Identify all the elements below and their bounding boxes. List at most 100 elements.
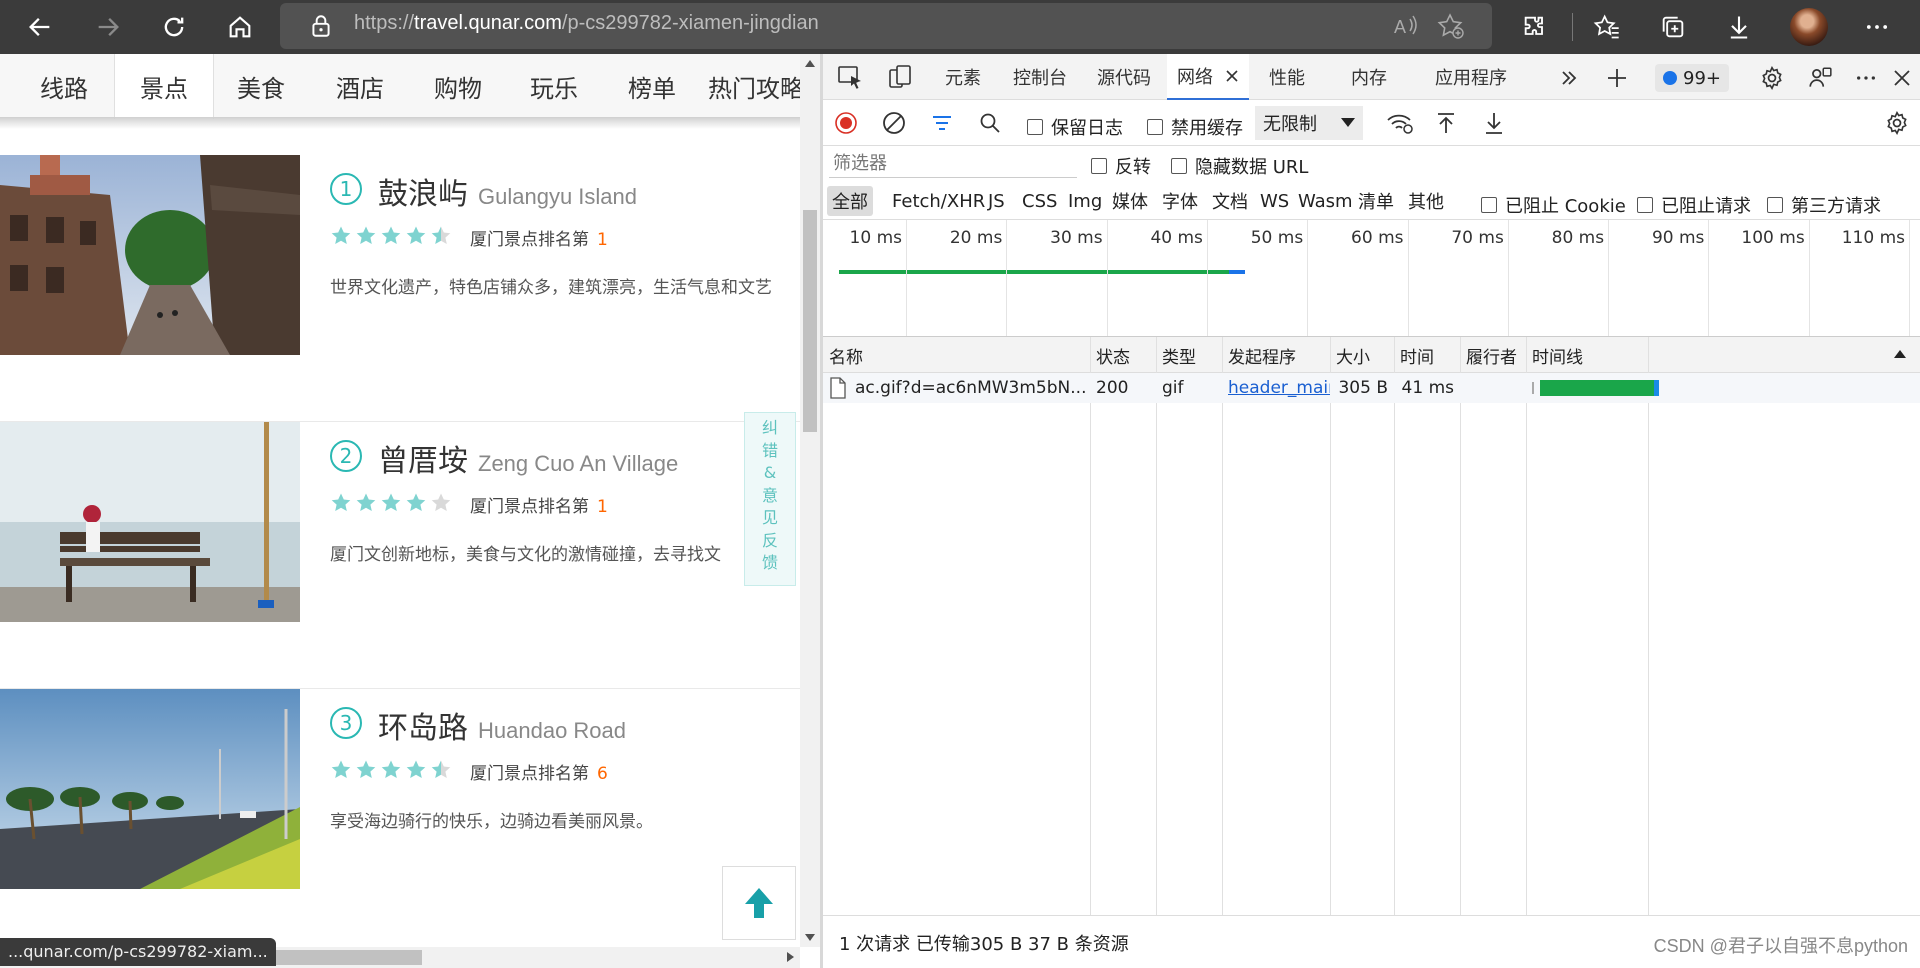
tab-elements[interactable]: 元素 [945, 54, 981, 100]
column-fulfilled-by[interactable]: 履行者 [1460, 337, 1526, 373]
request-initiator[interactable]: header_main... [1222, 373, 1330, 403]
import-har-button[interactable] [1433, 110, 1459, 136]
refresh-button[interactable] [154, 7, 194, 47]
export-har-button[interactable] [1481, 110, 1507, 136]
tab-routes[interactable]: 线路 [0, 54, 128, 118]
type-media[interactable]: 媒体 [1107, 186, 1153, 216]
table-row[interactable]: ac.gif?d=ac6nMW3m5bN... 200 gif header_m… [823, 373, 1920, 403]
tab-attractions[interactable]: 景点 [114, 54, 214, 119]
close-devtools-button[interactable] [1887, 63, 1917, 93]
filter-input[interactable]: 筛选器 [829, 150, 1077, 178]
scrollbar-thumb[interactable] [803, 210, 817, 432]
inspect-element-button[interactable] [835, 62, 865, 92]
hide-data-urls-checkbox[interactable]: 隐藏数据 URL [1171, 153, 1308, 179]
network-overview-timeline[interactable]: 10 ms 20 ms 30 ms 40 ms 50 ms 60 ms 70 ms 80 ms… [823, 220, 1920, 337]
vertical-scrollbar[interactable] [800, 54, 820, 947]
tab-application[interactable]: 应用程序 [1435, 54, 1507, 100]
settings-button[interactable] [1757, 63, 1787, 93]
more-tabs-button[interactable] [1555, 64, 1583, 92]
type-doc[interactable]: 文档 [1207, 186, 1253, 216]
checkbox-box[interactable] [1091, 158, 1107, 174]
filter-toggle-button[interactable] [929, 110, 955, 136]
back-button[interactable] [20, 7, 60, 47]
tab-sources[interactable]: 源代码 [1097, 54, 1151, 100]
tab-fun[interactable]: 玩乐 [506, 54, 602, 118]
type-js[interactable]: JS [983, 186, 1010, 216]
type-other[interactable]: 其他 [1403, 186, 1449, 216]
checkbox-box[interactable] [1481, 197, 1497, 213]
extensions-button[interactable] [1518, 10, 1552, 44]
checkbox-box[interactable] [1027, 119, 1043, 135]
column-type[interactable]: 类型 [1156, 337, 1222, 373]
favorites-button[interactable] [1590, 10, 1624, 44]
profile-avatar[interactable] [1790, 8, 1828, 46]
close-icon[interactable] [1225, 69, 1239, 83]
attraction-photo[interactable] [0, 689, 300, 889]
search-button[interactable] [977, 110, 1003, 136]
attraction-name[interactable]: 环岛路 Huandao Road [378, 703, 626, 747]
issues-badge[interactable]: 99+ [1655, 64, 1729, 92]
home-button[interactable] [220, 7, 260, 47]
device-emulation-button[interactable] [885, 62, 915, 92]
address-bar[interactable]: https://travel.qunar.com/p-cs299782-xiam… [280, 3, 1492, 49]
checkbox-box[interactable] [1147, 119, 1163, 135]
tab-hotels[interactable]: 酒店 [312, 54, 408, 118]
tab-memory[interactable]: 内存 [1351, 54, 1387, 100]
customize-menu-button[interactable] [1851, 63, 1881, 93]
tab-network[interactable]: 网络 [1167, 54, 1249, 100]
connect-device-button[interactable] [1805, 63, 1835, 93]
request-name-cell[interactable]: ac.gif?d=ac6nMW3m5bN... [823, 373, 1090, 403]
tab-rankings[interactable]: 榜单 [604, 54, 700, 118]
type-fetch-xhr[interactable]: Fetch/XHR [887, 186, 990, 216]
type-css[interactable]: CSS [1017, 186, 1062, 216]
type-all[interactable]: 全部 [827, 186, 873, 216]
column-waterfall[interactable]: 时间线 [1526, 337, 1920, 373]
column-initiator[interactable]: 发起程序 [1222, 337, 1330, 373]
column-time[interactable]: 时间 [1394, 337, 1460, 373]
third-party-checkbox[interactable]: 第三方请求 [1767, 192, 1881, 218]
column-status[interactable]: 状态 [1090, 337, 1156, 373]
column-size[interactable]: 大小 [1330, 337, 1394, 373]
request-waterfall[interactable] [1526, 373, 1920, 403]
more-menu-button[interactable] [1860, 10, 1894, 44]
initiator-link[interactable]: header_main... [1228, 378, 1330, 398]
record-button[interactable] [833, 110, 859, 136]
attraction-name[interactable]: 曾厝垵 Zeng Cuo An Village [378, 436, 678, 480]
preserve-log-checkbox[interactable]: 保留日志 [1027, 114, 1123, 140]
attraction-photo[interactable] [0, 422, 300, 622]
forward-button[interactable] [88, 7, 128, 47]
type-font[interactable]: 字体 [1157, 186, 1203, 216]
attraction-name[interactable]: 鼓浪屿 Gulangyu Island [378, 169, 637, 213]
tab-food[interactable]: 美食 [214, 54, 308, 118]
collections-button[interactable] [1656, 10, 1690, 44]
tab-shopping[interactable]: 购物 [410, 54, 506, 118]
type-manifest[interactable]: 清单 [1353, 186, 1399, 216]
attraction-photo[interactable] [0, 155, 300, 355]
scroll-right-arrow[interactable] [787, 952, 794, 962]
back-to-top-button[interactable] [722, 866, 796, 940]
lock-icon[interactable] [308, 13, 334, 39]
feedback-button[interactable]: 纠 错 & 意 见 反 馈 [744, 412, 796, 586]
network-settings-button[interactable] [1883, 109, 1911, 137]
tab-performance[interactable]: 性能 [1269, 54, 1305, 100]
disable-cache-checkbox[interactable]: 禁用缓存 [1147, 114, 1243, 140]
blocked-requests-checkbox[interactable]: 已阻止请求 [1637, 192, 1751, 218]
scroll-down-arrow[interactable] [805, 934, 815, 941]
network-conditions-button[interactable] [1385, 110, 1415, 136]
add-favorite-icon[interactable] [1436, 12, 1466, 40]
read-aloud-icon[interactable]: A [1392, 13, 1420, 39]
scroll-up-arrow[interactable] [805, 60, 815, 67]
type-wasm[interactable]: Wasm [1293, 186, 1358, 216]
clear-button[interactable] [881, 110, 907, 136]
checkbox-box[interactable] [1171, 158, 1187, 174]
invert-checkbox[interactable]: 反转 [1091, 153, 1151, 179]
checkbox-box[interactable] [1767, 197, 1783, 213]
type-ws[interactable]: WS [1255, 186, 1294, 216]
add-tool-button[interactable] [1603, 64, 1631, 92]
tab-console[interactable]: 控制台 [1013, 54, 1067, 100]
downloads-button[interactable] [1722, 10, 1756, 44]
type-img[interactable]: Img [1063, 186, 1107, 216]
throttling-select[interactable]: 无限制 [1255, 106, 1363, 140]
column-name[interactable]: 名称 [823, 337, 1090, 373]
blocked-cookies-checkbox[interactable]: 已阻止 Cookie [1481, 192, 1626, 218]
